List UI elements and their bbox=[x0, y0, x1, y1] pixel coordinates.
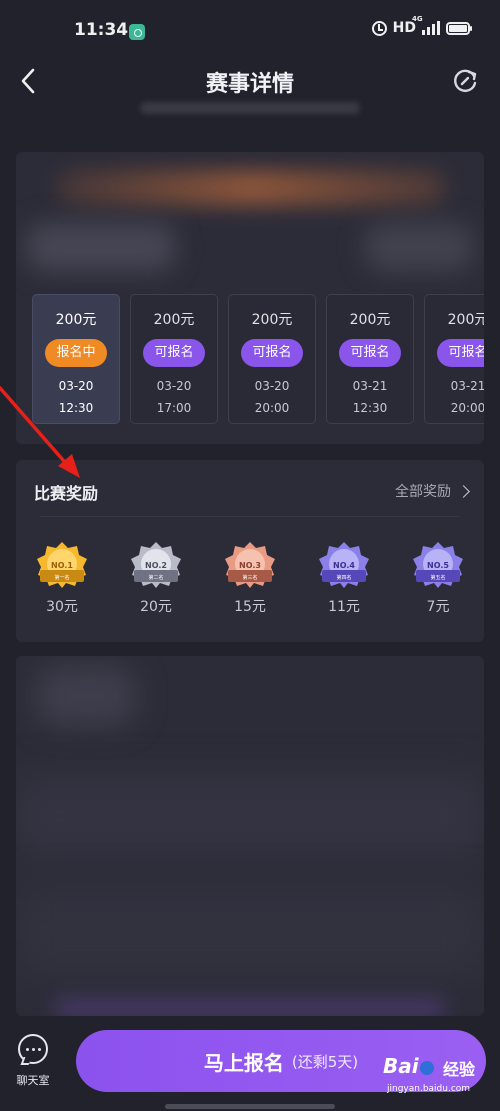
home-indicator[interactable] bbox=[165, 1104, 335, 1109]
rewards-card: 比赛奖励 全部奖励 NO.1 第一名 30元 NO.2 第二名 20元 NO.3… bbox=[16, 460, 484, 642]
medal-icon: NO.3 第三名 bbox=[225, 542, 275, 588]
network-type: 4G bbox=[412, 15, 423, 23]
blurred-info-left bbox=[26, 222, 176, 272]
medal-rank: NO.2 bbox=[145, 561, 167, 570]
chevron-right-icon bbox=[457, 484, 470, 498]
divider bbox=[40, 516, 460, 517]
rewards-title: 比赛奖励 bbox=[34, 484, 99, 503]
paw-icon bbox=[419, 1060, 434, 1075]
medal-item: NO.5 第五名 7元 bbox=[408, 540, 468, 616]
session-price: 200元 bbox=[251, 312, 293, 328]
medal-amount: 15元 bbox=[234, 599, 266, 615]
medal-amount: 30元 bbox=[46, 599, 78, 615]
baidu-watermark: Bai 经验 jingyan.baidu.com bbox=[383, 1054, 495, 1106]
session-status-badge: 可报名 bbox=[339, 339, 401, 367]
session-status-badge: 可报名 bbox=[241, 339, 303, 367]
session-date: 03-20 bbox=[156, 379, 192, 393]
medal-icon: NO.1 第一名 bbox=[37, 542, 87, 588]
blurred-info-right bbox=[364, 222, 474, 272]
watermark-url: jingyan.baidu.com bbox=[387, 1084, 471, 1094]
session-item[interactable]: 200元 可报名 03-20 20:00 bbox=[228, 294, 316, 424]
medal-icon: NO.2 第二名 bbox=[131, 542, 181, 588]
medal-icon: NO.5 第五名 bbox=[413, 542, 463, 588]
battery-icon bbox=[446, 21, 472, 35]
medal-amount: 7元 bbox=[426, 599, 450, 615]
medal-rank-sub: 第三名 bbox=[242, 574, 257, 581]
session-list[interactable]: 200元 报名中 03-20 12:30 200元 可报名 03-20 17:0… bbox=[32, 294, 484, 426]
medal-rank: NO.5 bbox=[427, 561, 449, 570]
status-time: 11:34 bbox=[74, 20, 129, 40]
medal-icon: NO.4 第四名 bbox=[319, 542, 369, 588]
medal-rank-sub: 第一名 bbox=[54, 574, 69, 581]
session-status-badge: 报名中 bbox=[45, 339, 107, 367]
annotation-arrow-icon bbox=[0, 386, 80, 478]
session-price: 200元 bbox=[349, 312, 391, 328]
nav-bar: 赛事详情 bbox=[0, 58, 500, 104]
medal-rank-sub: 第五名 bbox=[430, 574, 445, 581]
blurred-subtitle bbox=[140, 102, 360, 114]
medal-item: NO.1 第一名 30元 bbox=[32, 540, 92, 616]
status-bar: 11:34 HD 4G bbox=[0, 0, 500, 60]
blurred-details-card bbox=[16, 656, 484, 1016]
session-time: 17:00 bbox=[156, 401, 192, 415]
medal-amount: 11元 bbox=[328, 599, 360, 615]
signal-icon: 4G bbox=[412, 15, 440, 35]
watermark-logo: Bai bbox=[383, 1054, 435, 1078]
session-date: 03-21 bbox=[450, 379, 484, 393]
session-item[interactable]: 200元 可报名 03-21 20:00 bbox=[424, 294, 484, 424]
page-title: 赛事详情 bbox=[205, 72, 294, 97]
all-rewards-label: 全部奖励 bbox=[395, 484, 451, 500]
medal-item: NO.3 第三名 15元 bbox=[220, 540, 280, 616]
session-status-badge: 可报名 bbox=[143, 339, 205, 367]
session-price: 200元 bbox=[153, 312, 195, 328]
chat-room-button[interactable]: 聊天室 bbox=[8, 1034, 58, 1090]
session-time: 20:00 bbox=[254, 401, 290, 415]
session-date: 03-21 bbox=[352, 379, 388, 393]
all-rewards-link[interactable]: 全部奖励 bbox=[395, 481, 470, 501]
app-notification-icon bbox=[129, 24, 145, 40]
blurred-banner bbox=[56, 170, 446, 206]
session-date: 03-20 bbox=[254, 379, 290, 393]
session-price: 200元 bbox=[447, 312, 484, 328]
event-detail-page: 11:34 HD 4G 赛事详情 200元 报名中 03-20 12:30 20… bbox=[0, 0, 500, 1111]
chat-room-label: 聊天室 bbox=[16, 1074, 50, 1087]
medal-item: NO.4 第四名 11元 bbox=[314, 540, 374, 616]
chat-bubble-icon bbox=[18, 1034, 48, 1064]
session-item[interactable]: 200元 可报名 03-21 12:30 bbox=[326, 294, 414, 424]
medal-rank-sub: 第四名 bbox=[336, 574, 351, 581]
medal-amount: 20元 bbox=[140, 599, 172, 615]
session-status-badge: 可报名 bbox=[437, 339, 484, 367]
session-price: 200元 bbox=[55, 312, 97, 328]
session-item[interactable]: 200元 可报名 03-20 17:00 bbox=[130, 294, 218, 424]
signup-remaining-days: (还剩5天) bbox=[291, 1052, 359, 1071]
watermark-text: 经验 bbox=[443, 1060, 476, 1079]
medal-rank-sub: 第二名 bbox=[148, 574, 163, 581]
refresh-icon[interactable] bbox=[450, 66, 480, 96]
session-time: 20:00 bbox=[450, 401, 484, 415]
medal-rank: NO.3 bbox=[239, 561, 261, 570]
signup-label: 马上报名 bbox=[203, 1050, 284, 1075]
session-time: 12:30 bbox=[352, 401, 388, 415]
medal-rank: NO.4 bbox=[333, 561, 355, 570]
medal-rank: NO.1 bbox=[51, 561, 73, 570]
status-indicators: HD 4G bbox=[371, 15, 472, 36]
alarm-icon bbox=[371, 20, 387, 36]
medal-item: NO.2 第二名 20元 bbox=[126, 540, 186, 616]
